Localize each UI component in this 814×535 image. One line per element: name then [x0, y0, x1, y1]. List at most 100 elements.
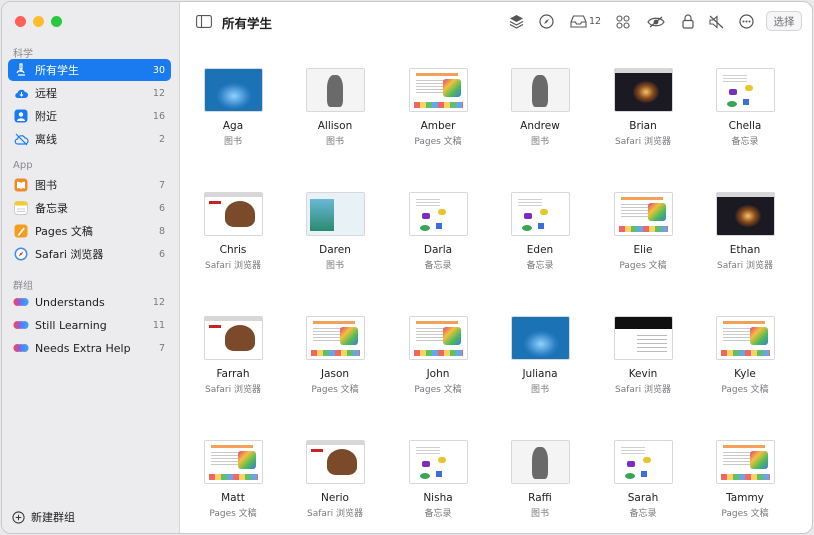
- sidebar-item-label: 离线: [35, 133, 57, 146]
- screen-thumbnail[interactable]: [511, 440, 570, 484]
- screen-thumbnail[interactable]: [409, 440, 468, 484]
- mute-icon[interactable]: [708, 13, 725, 30]
- window-controls: [15, 16, 62, 27]
- student-tile[interactable]: Chris Safari 浏览器: [183, 192, 283, 292]
- toolbar: 所有学生 12 选择: [180, 2, 812, 40]
- student-app-name: 图书: [325, 261, 344, 271]
- inbox-icon: [570, 15, 587, 28]
- layers-icon[interactable]: [508, 13, 525, 30]
- sidebar-item-books[interactable]: 图书 7: [8, 174, 171, 196]
- screen-thumbnail[interactable]: [614, 316, 673, 360]
- screen-thumbnail[interactable]: [306, 68, 365, 112]
- screen-thumbnail[interactable]: [306, 192, 365, 236]
- student-tile[interactable]: Chella 备忘录: [695, 68, 795, 168]
- student-name: Juliana: [522, 368, 558, 380]
- sidebar-item-notes[interactable]: 备忘录 6: [8, 197, 171, 219]
- student-tile[interactable]: Andrew 图书: [490, 68, 590, 168]
- sidebar-toggle-icon[interactable]: [195, 13, 212, 30]
- screen-thumbnail[interactable]: [614, 68, 673, 112]
- screen-thumbnail[interactable]: [716, 192, 775, 236]
- screen-thumbnail[interactable]: [204, 440, 263, 484]
- page-title: 所有学生: [222, 16, 273, 31]
- student-name: Chella: [728, 120, 762, 132]
- group-icon: [13, 294, 29, 310]
- screen-thumbnail[interactable]: [204, 316, 263, 360]
- sidebar-item-count: 16: [152, 110, 165, 122]
- sidebar-item-count: 30: [152, 64, 165, 76]
- sidebar-item-nearby[interactable]: 附近 16: [8, 105, 171, 127]
- student-name: Jason: [320, 368, 350, 380]
- student-tile[interactable]: Darla 备忘录: [388, 192, 488, 292]
- sidebar-item-count: 6: [158, 202, 165, 214]
- student-tile[interactable]: Tammy Pages 文稿: [695, 440, 795, 533]
- student-tile[interactable]: Ethan Safari 浏览器: [695, 192, 795, 292]
- screen-thumbnail[interactable]: [409, 316, 468, 360]
- student-tile[interactable]: Nerio Safari 浏览器: [285, 440, 385, 533]
- grid-icon[interactable]: [614, 13, 631, 30]
- sidebar-item-still-learning[interactable]: Still Learning 11: [8, 314, 171, 336]
- student-tile[interactable]: Sarah 备忘录: [593, 440, 693, 533]
- student-tile[interactable]: Eden 备忘录: [490, 192, 590, 292]
- sidebar-item-pages[interactable]: Pages 文稿 8: [8, 220, 171, 242]
- more-icon[interactable]: [738, 13, 755, 30]
- student-app-name: 备忘录: [731, 137, 759, 147]
- screen-thumbnail[interactable]: [306, 316, 365, 360]
- student-name: Amber: [420, 120, 456, 132]
- student-tile[interactable]: Kevin Safari 浏览器: [593, 316, 693, 416]
- screen-thumbnail[interactable]: [409, 68, 468, 112]
- student-tile[interactable]: Juliana 图书: [490, 316, 590, 416]
- compass-icon[interactable]: [538, 13, 555, 30]
- sidebar-item-safari[interactable]: Safari 浏览器 6: [8, 243, 171, 265]
- inbox-count: 12: [589, 16, 602, 27]
- sidebar-item-offline[interactable]: 离线 2: [8, 128, 171, 150]
- student-tile[interactable]: Raffi 图书: [490, 440, 590, 533]
- screen-thumbnail[interactable]: [306, 440, 365, 484]
- hide-icon[interactable]: [646, 13, 666, 30]
- zoom-window-button[interactable]: [51, 16, 62, 27]
- select-button[interactable]: 选择: [766, 11, 802, 31]
- sidebar-item-understands[interactable]: Understands 12: [8, 291, 171, 313]
- sidebar-item-count: 7: [158, 179, 165, 191]
- screen-thumbnail[interactable]: [716, 68, 775, 112]
- student-tile[interactable]: Nisha 备忘录: [388, 440, 488, 533]
- student-name: Raffi: [528, 492, 552, 504]
- student-tile[interactable]: Aga 图书: [183, 68, 283, 168]
- student-tile[interactable]: Kyle Pages 文稿: [695, 316, 795, 416]
- student-name: Andrew: [520, 120, 560, 132]
- app-window: 科学 所有学生 30 远程 12 附近 16 离线 2 App 图书 7 备忘录 6 Pages 文稿…: [1, 1, 813, 534]
- screen-thumbnail[interactable]: [511, 316, 570, 360]
- new-group-button[interactable]: 新建群组: [12, 509, 75, 525]
- student-tile[interactable]: Matt Pages 文稿: [183, 440, 283, 533]
- screen-thumbnail[interactable]: [614, 440, 673, 484]
- student-app-name: Pages 文稿: [414, 385, 462, 395]
- screen-thumbnail[interactable]: [511, 68, 570, 112]
- student-grid: Aga 图书 Allison 图书 Amber Pages 文稿 Andrew 图书 Brian…: [180, 40, 812, 533]
- sidebar-item-remote[interactable]: 远程 12: [8, 82, 171, 104]
- inbox-button[interactable]: 12: [570, 13, 606, 30]
- sidebar-item-label: 图书: [35, 179, 57, 192]
- student-tile[interactable]: Amber Pages 文稿: [388, 68, 488, 168]
- student-tile[interactable]: Brian Safari 浏览器: [593, 68, 693, 168]
- close-window-button[interactable]: [15, 16, 26, 27]
- screen-thumbnail[interactable]: [716, 316, 775, 360]
- student-name: Eden: [526, 244, 554, 256]
- screen-thumbnail[interactable]: [204, 68, 263, 112]
- sidebar-item-needs-extra-help[interactable]: Needs Extra Help 7: [8, 337, 171, 359]
- screen-thumbnail[interactable]: [409, 192, 468, 236]
- student-tile[interactable]: Farrah Safari 浏览器: [183, 316, 283, 416]
- screen-thumbnail[interactable]: [716, 440, 775, 484]
- student-tile[interactable]: John Pages 文稿: [388, 316, 488, 416]
- student-tile[interactable]: Jason Pages 文稿: [285, 316, 385, 416]
- screen-thumbnail[interactable]: [614, 192, 673, 236]
- student-app-name: Safari 浏览器: [615, 137, 671, 147]
- student-name: Chris: [219, 244, 247, 256]
- screen-thumbnail[interactable]: [204, 192, 263, 236]
- student-tile[interactable]: Allison 图书: [285, 68, 385, 168]
- lock-icon[interactable]: [679, 13, 696, 30]
- student-tile[interactable]: Daren 图书: [285, 192, 385, 292]
- sidebar-item-all-students[interactable]: 所有学生 30: [8, 59, 171, 81]
- student-tile[interactable]: Elie Pages 文稿: [593, 192, 693, 292]
- minimize-window-button[interactable]: [33, 16, 44, 27]
- offline-icon: [13, 131, 29, 147]
- screen-thumbnail[interactable]: [511, 192, 570, 236]
